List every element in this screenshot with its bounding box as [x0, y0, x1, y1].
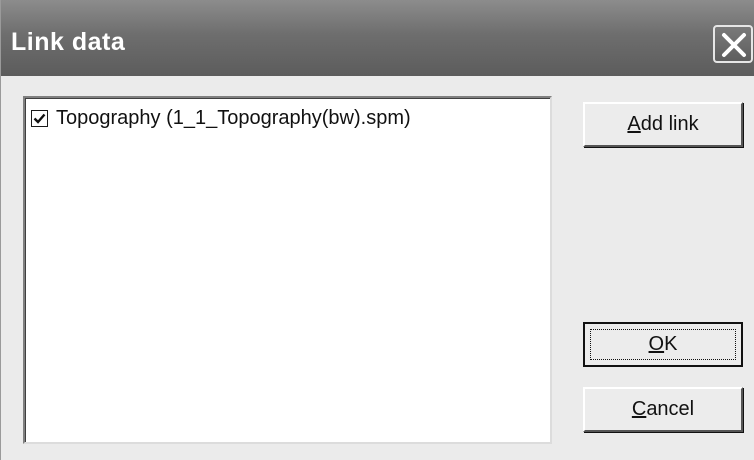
close-button[interactable]	[713, 25, 753, 63]
ok-button[interactable]: OK	[583, 322, 743, 367]
cancel-label: ancel	[646, 398, 695, 420]
focus-rectangle	[590, 329, 736, 360]
list-item[interactable]: Topography (1_1_Topography(bw).spm)	[31, 104, 411, 132]
link-list[interactable]: Topography (1_1_Topography(bw).spm)	[23, 96, 552, 444]
title-bar[interactable]: Link data	[1, 0, 754, 76]
add-link-label: dd link	[640, 113, 699, 135]
close-icon	[722, 33, 746, 57]
dialog-title: Link data	[11, 28, 126, 56]
add-link-button[interactable]: Add link	[583, 102, 743, 147]
cancel-button[interactable]: Cancel	[583, 387, 743, 432]
cancel-mnemonic: C	[631, 398, 647, 420]
link-data-dialog: Link data Topography (1_1_Topography(bw)…	[0, 0, 754, 460]
item-checkbox[interactable]	[31, 109, 48, 127]
list-item-label: Topography (1_1_Topography(bw).spm)	[56, 106, 411, 129]
add-link-mnemonic: A	[627, 113, 641, 135]
checkmark-icon	[33, 113, 46, 124]
